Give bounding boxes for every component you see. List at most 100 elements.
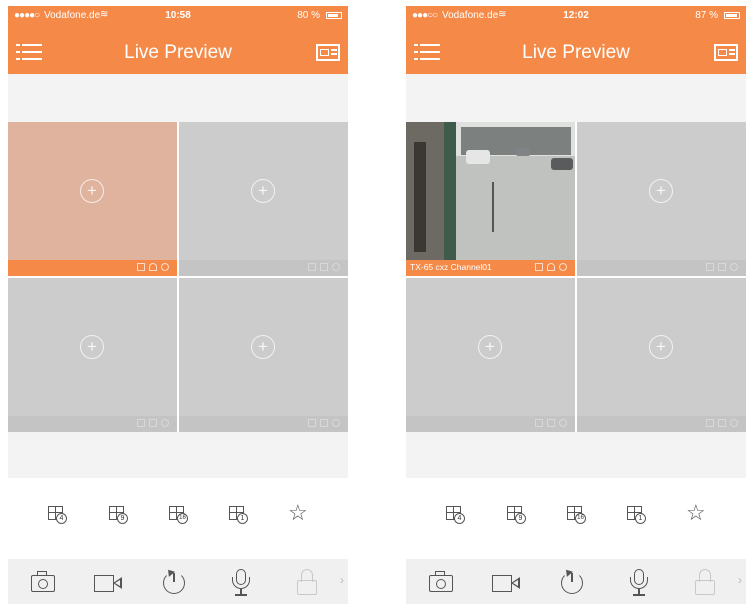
microphone-icon[interactable] [226, 567, 256, 597]
mic-status-icon [320, 419, 328, 427]
battery-icon [326, 12, 342, 19]
cell-video-area[interactable]: + [179, 278, 348, 416]
status-bar: ●●●○○ Vodafone.de ≋ 12:02 87 % [406, 6, 746, 24]
device-list-icon[interactable] [714, 44, 738, 61]
layout-1-button[interactable]: 1 [625, 504, 647, 526]
layout-1-button[interactable]: 1 [227, 504, 249, 526]
more-chevron-icon[interactable]: › [340, 573, 344, 587]
status-bar: ●●●●○ Vodafone.de ≋ 10:58 80 % [8, 6, 348, 24]
device-list-icon[interactable] [316, 44, 340, 61]
mic-status-icon [320, 263, 328, 271]
preview-cell-3[interactable]: + [406, 278, 575, 432]
spacer-band-top [8, 74, 348, 122]
add-channel-icon[interactable]: + [649, 179, 673, 203]
cell-video-area[interactable]: + [577, 122, 746, 260]
record-status-icon [332, 263, 340, 271]
playback-icon[interactable] [160, 567, 190, 597]
signal-quality-icon [308, 263, 316, 271]
signal-quality-icon [706, 263, 714, 271]
mic-status-icon [149, 263, 157, 271]
spacer-band-bottom [8, 432, 348, 478]
favorites-star-icon[interactable]: ☆ [686, 502, 706, 524]
layout-16-button[interactable]: 16 [565, 504, 587, 526]
mic-status-icon [547, 419, 555, 427]
cell-video-area[interactable]: + [179, 122, 348, 260]
battery-icon [724, 12, 740, 19]
cell-video-area[interactable]: + [8, 278, 177, 416]
spacer-band-bottom [406, 432, 746, 478]
preview-cell-4[interactable]: + [577, 278, 746, 432]
signal-quality-icon [535, 263, 543, 271]
cell-video-area[interactable]: + [577, 278, 746, 416]
layout-badge: 1 [635, 513, 646, 524]
mic-status-icon [718, 263, 726, 271]
layout-16-button[interactable]: 16 [167, 504, 189, 526]
cell-video-area[interactable]: + [8, 122, 177, 260]
lock-icon[interactable] [292, 567, 322, 597]
app-header: ●●●●○ Vodafone.de ≋ 10:58 80 % Live Prev… [8, 6, 348, 74]
spacer-band-top [406, 74, 746, 122]
preview-cell-1[interactable]: TX-65 cxz Channel01 [406, 122, 575, 276]
bottom-toolbar: › [8, 559, 348, 604]
add-channel-icon[interactable]: + [649, 335, 673, 359]
record-status-icon [161, 419, 169, 427]
layout-badge: 4 [56, 513, 67, 524]
bottom-toolbar: › [406, 559, 746, 604]
cell-info-bar [577, 416, 746, 432]
page-title: Live Preview [124, 42, 232, 63]
playback-icon[interactable] [558, 567, 588, 597]
layout-4-button[interactable]: 4 [46, 504, 68, 526]
preview-cell-2[interactable]: + [179, 122, 348, 276]
camera-video-feed[interactable] [406, 122, 575, 260]
add-channel-icon[interactable]: + [478, 335, 502, 359]
more-chevron-icon[interactable]: › [738, 573, 742, 587]
add-channel-icon[interactable]: + [80, 179, 104, 203]
snapshot-icon[interactable] [28, 567, 58, 597]
preview-cell-1[interactable]: + [8, 122, 177, 276]
record-status-icon [559, 419, 567, 427]
record-icon[interactable] [94, 567, 124, 597]
preview-cell-2[interactable]: + [577, 122, 746, 276]
layout-badge: 1 [237, 513, 248, 524]
phone-screen-left: ●●●●○ Vodafone.de ≋ 10:58 80 % Live Prev… [8, 6, 348, 604]
cell-info-bar [8, 416, 177, 432]
channel-name: TX-65 cxz Channel01 [410, 262, 492, 272]
layout-badge: 9 [117, 513, 128, 524]
battery-percent: 87 % [695, 10, 718, 21]
cell-video-area[interactable]: + [406, 278, 575, 416]
add-channel-icon[interactable]: + [80, 335, 104, 359]
page-title: Live Preview [522, 42, 630, 63]
snapshot-icon[interactable] [426, 567, 456, 597]
signal-quality-icon [308, 419, 316, 427]
layout-badge: 9 [515, 513, 526, 524]
favorites-star-icon[interactable]: ☆ [288, 502, 308, 524]
record-status-icon [559, 263, 567, 271]
battery-percent: 80 % [297, 10, 320, 21]
cell-info-bar [577, 260, 746, 276]
cell-info-bar [406, 416, 575, 432]
preview-cell-3[interactable]: + [8, 278, 177, 432]
record-status-icon [161, 263, 169, 271]
app-header: ●●●○○ Vodafone.de ≋ 12:02 87 % Live Prev… [406, 6, 746, 74]
phone-screen-right: ●●●○○ Vodafone.de ≋ 12:02 87 % Live Prev… [406, 6, 746, 604]
mic-status-icon [547, 263, 555, 271]
preview-cell-4[interactable]: + [179, 278, 348, 432]
layout-4-button[interactable]: 4 [444, 504, 466, 526]
record-status-icon [730, 419, 738, 427]
layout-9-button[interactable]: 9 [107, 504, 129, 526]
signal-quality-icon [137, 263, 145, 271]
mic-status-icon [718, 419, 726, 427]
cell-info-bar [8, 260, 177, 276]
layout-badge: 16 [177, 513, 188, 524]
record-icon[interactable] [492, 567, 522, 597]
signal-quality-icon [535, 419, 543, 427]
signal-quality-icon [137, 419, 145, 427]
layout-badge: 4 [454, 513, 465, 524]
cell-info-bar [179, 416, 348, 432]
add-channel-icon[interactable]: + [251, 179, 275, 203]
layout-9-button[interactable]: 9 [505, 504, 527, 526]
layout-badge: 16 [575, 513, 586, 524]
lock-icon[interactable] [690, 567, 720, 597]
microphone-icon[interactable] [624, 567, 654, 597]
add-channel-icon[interactable]: + [251, 335, 275, 359]
